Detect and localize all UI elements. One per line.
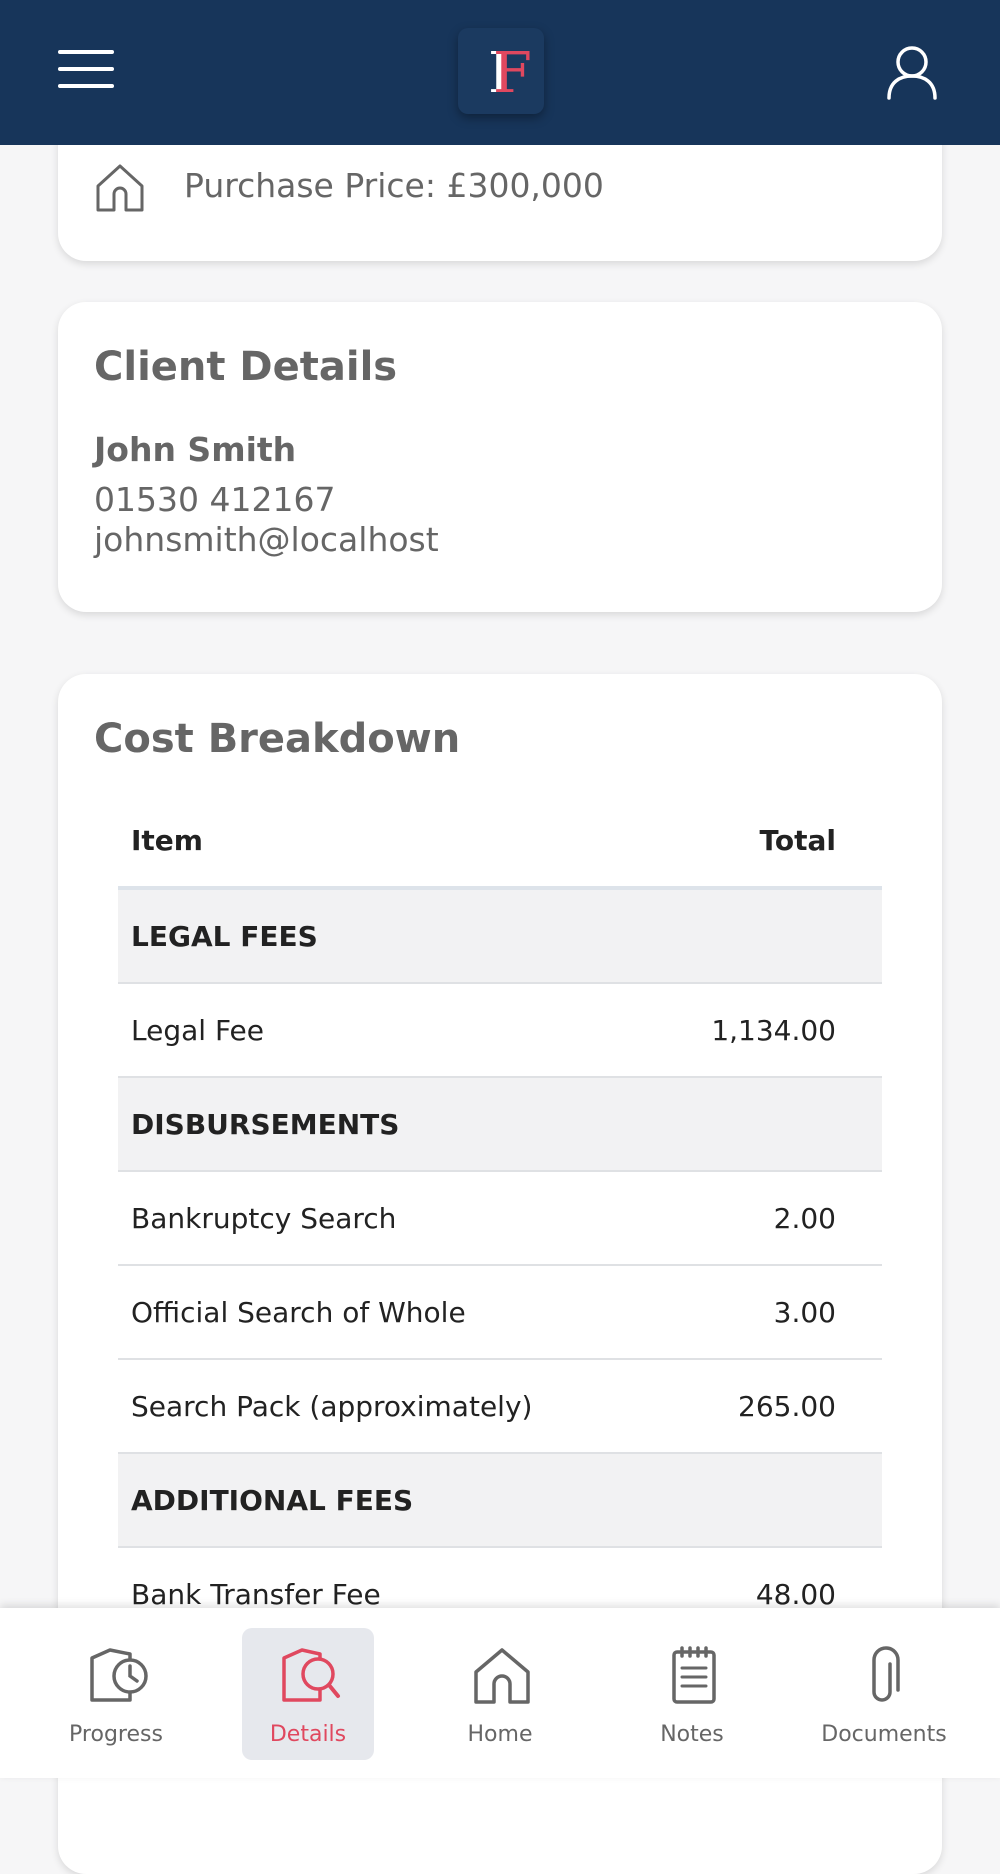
cost-table: Item Total LEGAL FEES Legal Fee 1,134.00… [118, 794, 882, 1642]
column-header-total: Total [759, 823, 837, 857]
purchase-price: Purchase Price: £300,000 [184, 166, 604, 205]
home-icon [474, 1648, 530, 1704]
nav-notes[interactable]: Notes [626, 1628, 758, 1760]
nav-documents[interactable]: Documents [818, 1628, 950, 1760]
table-section-row: LEGAL FEES [118, 890, 882, 984]
hamburger-menu-icon[interactable] [58, 50, 114, 88]
client-name: John Smith [94, 430, 297, 469]
row-item: Official Search of Whole [131, 1295, 466, 1329]
section-label: LEGAL FEES [131, 919, 318, 953]
nav-home[interactable]: Home [434, 1628, 566, 1760]
row-item: Legal Fee [131, 1013, 264, 1047]
details-search-icon [282, 1648, 340, 1702]
table-section-row: DISBURSEMENTS [118, 1078, 882, 1172]
row-item: Search Pack (approximately) [131, 1389, 533, 1423]
client-details-title: Client Details [94, 344, 398, 390]
table-row: Official Search of Whole 3.00 [118, 1266, 882, 1360]
paperclip-icon [872, 1646, 900, 1702]
nav-label: Progress [69, 1722, 163, 1747]
table-header-row: Item Total [118, 794, 882, 890]
section-label: DISBURSEMENTS [131, 1107, 400, 1141]
table-section-row: ADDITIONAL FEES [118, 1454, 882, 1548]
progress-clock-icon [90, 1648, 148, 1702]
user-profile-icon[interactable] [886, 44, 938, 100]
app-logo[interactable]: I F [458, 28, 544, 114]
client-phone: 01530 412167 [94, 480, 336, 519]
nav-label: Home [467, 1722, 533, 1747]
nav-progress[interactable]: Progress [50, 1628, 182, 1760]
notes-icon [672, 1646, 716, 1704]
table-row: Legal Fee 1,134.00 [118, 984, 882, 1078]
table-row: Bankruptcy Search 2.00 [118, 1172, 882, 1266]
row-total: 3.00 [773, 1295, 836, 1329]
client-details-card: Client Details John Smith 01530 412167 j… [58, 302, 942, 612]
logo-f-icon: I F [488, 41, 532, 106]
nav-details[interactable]: Details [242, 1628, 374, 1760]
row-total: 2.00 [773, 1201, 836, 1235]
client-email: johnsmith@localhost [94, 520, 439, 559]
cost-breakdown-title: Cost Breakdown [94, 716, 461, 762]
nav-label: Details [269, 1722, 347, 1747]
row-item: Bankruptcy Search [131, 1201, 397, 1235]
home-outline-icon [94, 162, 146, 214]
section-label: ADDITIONAL FEES [131, 1483, 414, 1517]
nav-label: Notes [660, 1722, 724, 1747]
bottom-navigation: Progress Details Home Notes Documents [0, 1608, 1000, 1778]
row-item: Bank Transfer Fee [131, 1577, 381, 1611]
row-total: 1,134.00 [711, 1013, 836, 1047]
table-row: Search Pack (approximately) 265.00 [118, 1360, 882, 1454]
nav-label: Documents [821, 1722, 947, 1747]
svg-text:F: F [493, 41, 532, 106]
row-total: 265.00 [738, 1389, 836, 1423]
column-header-item: Item [131, 823, 203, 857]
row-total: 48.00 [755, 1577, 836, 1611]
app-header: I F [0, 0, 1000, 145]
